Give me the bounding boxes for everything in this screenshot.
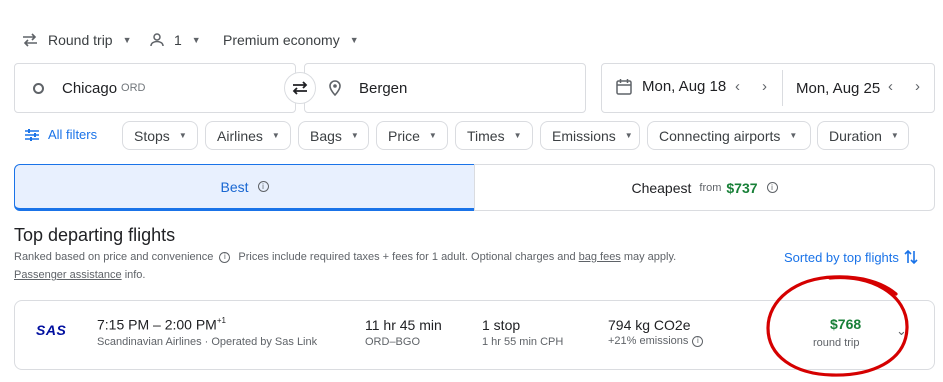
caret-down-icon: ▼ [271,131,280,140]
swap-locations-button[interactable] [284,72,316,104]
flight-emissions: 794 kg CO2e [608,317,691,333]
caret-down-icon: ▼ [513,131,522,140]
airline-name: Scandinavian Airlines · Operated by Sas … [97,336,318,348]
prices-text-2: may apply. [623,251,677,263]
return-date[interactable]: Mon, Aug 25 [796,80,880,97]
sort-label: Sorted by top flights [784,249,899,265]
filter-chip-price[interactable]: Price ▼ [376,121,448,150]
cheapest-price: $737 [726,179,758,196]
all-filters-button[interactable]: All filters [25,127,97,142]
filter-chip-airlines[interactable]: Airlines ▼ [205,121,291,150]
caret-down-icon: ▼ [890,131,899,140]
tab-cheapest[interactable]: Cheapest from $737 i [474,164,935,211]
info-icon[interactable]: i [219,251,231,263]
airline-logo: SAS [36,322,67,338]
trip-type-select[interactable]: Round trip ▼ [22,30,132,50]
chip-label: Bags [310,127,342,144]
chip-label: Duration [829,127,882,144]
chevron-left-icon[interactable]: ‹ [735,78,740,95]
origin-code: ORD [121,82,146,94]
info-icon[interactable]: i [257,181,269,192]
assistance-note: Passenger assistance info. [14,269,145,281]
chip-label: Connecting airports [659,127,781,144]
caret-down-icon: ▼ [178,131,187,140]
origin-circle-icon [33,82,44,94]
tune-icon [25,128,39,141]
cabin-class-label: Premium economy [223,32,340,48]
emissions-delta: +21% emissions [608,335,689,347]
cheapest-from-label: from [699,181,722,194]
flight-time-range: 7:15 PM – 2:00 PM [97,316,217,333]
ranking-note: Ranked based on price and convenience i … [14,251,676,263]
emissions-delta-row: +21% emissions i [608,335,704,347]
chip-label: Price [388,127,420,144]
flight-route: ORD–BGO [365,336,421,348]
chevron-down-icon[interactable]: ⌄ [896,323,907,339]
person-icon [150,33,164,47]
filter-chip-duration[interactable]: Duration ▼ [817,121,909,150]
flight-layover: 1 hr 55 min CPH [482,336,564,348]
chip-label: Airlines [217,127,263,144]
chevron-right-icon[interactable]: › [762,78,767,95]
ranked-text: Ranked based on price and convenience [14,251,214,263]
flight-times: 7:15 PM – 2:00 PM+1 [97,316,226,334]
filter-chip-emissions[interactable]: Emissions ▼ [540,121,640,150]
filter-chip-times[interactable]: Times ▼ [455,121,533,150]
info-icon[interactable]: i [766,182,778,193]
section-title: Top departing flights [14,225,176,245]
caret-down-icon: ▼ [191,35,201,45]
caret-down-icon: ▼ [122,35,132,45]
caret-down-icon: ▼ [624,131,633,140]
destination-field[interactable]: Bergen [304,63,586,113]
filter-chip-stops[interactable]: Stops ▼ [122,121,198,150]
calendar-icon [616,79,632,95]
flight-stops: 1 stop [482,317,521,333]
flight-duration: 11 hr 45 min [365,317,442,333]
caret-down-icon: ▼ [349,35,359,45]
plus-days: +1 [216,316,226,325]
origin-field[interactable]: Chicago ORD [14,63,296,113]
tab-best-label: Best [220,178,249,195]
chip-label: Emissions [552,127,616,144]
tab-cheapest-label: Cheapest [631,179,692,196]
caret-down-icon: ▼ [789,131,798,140]
swap-arrows-icon [23,33,37,47]
chip-label: Times [467,127,505,144]
info-suffix: info. [124,269,146,281]
caret-down-icon: ▼ [350,131,359,140]
info-icon[interactable]: i [692,335,704,347]
date-divider [782,70,783,106]
filter-chip-connecting-airports[interactable]: Connecting airports ▼ [647,121,811,150]
destination-city: Bergen [359,79,408,97]
swap-arrows-icon [292,81,308,95]
passengers-select[interactable]: 1 ▼ [150,30,201,50]
cabin-class-select[interactable]: Premium economy ▼ [223,30,359,50]
passengers-count: 1 [174,32,182,48]
all-filters-label: All filters [48,127,98,142]
bag-fees-link[interactable]: bag fees [579,251,621,263]
caret-down-icon: ▼ [428,131,437,140]
chip-label: Stops [134,127,170,144]
location-pin-icon [329,80,341,96]
prices-text-1: Prices include required taxes + fees for… [238,251,576,263]
chevron-right-icon[interactable]: › [915,78,920,95]
annotation-circle [766,275,909,377]
depart-date-field[interactable]: Mon, Aug 18 [616,78,726,95]
chevron-left-icon[interactable]: ‹ [888,78,893,95]
passenger-assistance-link[interactable]: Passenger assistance [14,269,122,281]
filter-chip-bags[interactable]: Bags ▼ [298,121,369,150]
sort-arrows-icon [904,249,918,265]
origin-city: Chicago [62,79,118,97]
tab-best[interactable]: Best i [14,164,475,211]
sort-button[interactable]: Sorted by top flights [784,249,918,265]
trip-type-label: Round trip [48,32,113,48]
depart-date: Mon, Aug 18 [642,78,727,95]
